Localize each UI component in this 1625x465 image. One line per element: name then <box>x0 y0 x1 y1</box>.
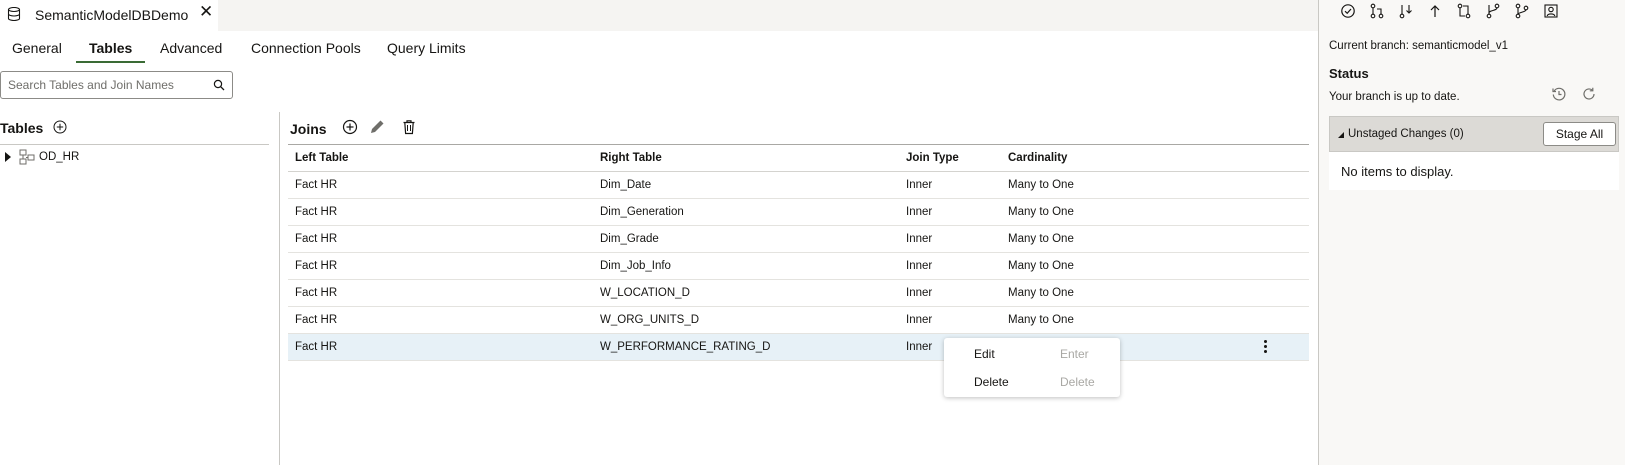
menu-item-shortcut: Enter <box>1060 347 1089 361</box>
menu-item-label: Delete <box>974 375 1009 389</box>
cell-left-table: Fact HR <box>295 287 338 299</box>
tables-heading: Tables <box>0 120 44 136</box>
cell-join-type: Inner <box>906 233 933 245</box>
table-row[interactable]: Fact HR Dim_Date Inner Many to One <box>288 172 1309 199</box>
database-icon <box>7 7 21 21</box>
menu-item-shortcut: Delete <box>1060 375 1095 389</box>
add-join-icon[interactable] <box>341 118 359 136</box>
status-heading: Status <box>1329 66 1369 81</box>
cell-left-table: Fact HR <box>295 233 338 245</box>
push-arrow-icon[interactable] <box>1427 3 1443 19</box>
cell-right-table: Dim_Grade <box>600 233 659 245</box>
cell-right-table: Dim_Date <box>600 179 652 191</box>
table-row[interactable]: Fact HR Dim_Generation Inner Many to One <box>288 199 1309 226</box>
cell-join-type: Inner <box>906 314 933 326</box>
table-row-selected[interactable]: Fact HR W_PERFORMANCE_RATING_D Inner <box>288 334 1309 361</box>
tab-query-limits[interactable]: Query Limits <box>387 40 466 56</box>
cell-left-table: Fact HR <box>295 314 338 326</box>
column-header-cardinality[interactable]: Cardinality <box>1008 152 1067 164</box>
expand-caret-icon[interactable] <box>5 152 11 162</box>
document-tab-strip: SemanticModelDBDemo ✕ <box>0 0 1318 31</box>
cell-join-type: Inner <box>906 287 933 299</box>
cell-right-table: W_LOCATION_D <box>600 287 690 299</box>
add-table-icon[interactable] <box>53 120 67 134</box>
cell-left-table: Fact HR <box>295 341 338 353</box>
table-row[interactable]: Fact HR Dim_Job_Info Inner Many to One <box>288 253 1309 280</box>
pull-request-icon[interactable] <box>1369 3 1385 19</box>
schema-icon <box>19 149 35 165</box>
cell-cardinality: Many to One <box>1008 260 1074 272</box>
cell-join-type: Inner <box>906 179 933 191</box>
tree-item-label: OD_HR <box>39 151 80 163</box>
cell-cardinality: Many to One <box>1008 233 1074 245</box>
tab-tables[interactable]: Tables <box>89 40 132 56</box>
cell-cardinality: Many to One <box>1008 314 1074 326</box>
tables-divider <box>0 144 269 145</box>
menu-item-edit[interactable]: Edit Enter <box>944 340 1120 368</box>
cell-left-table: Fact HR <box>295 206 338 218</box>
active-tab-indicator <box>76 61 145 63</box>
search-input[interactable] <box>1 72 201 98</box>
table-row[interactable]: Fact HR W_LOCATION_D Inner Many to One <box>288 280 1309 307</box>
unstaged-changes-list: No items to display. <box>1329 152 1619 190</box>
column-header-right-table[interactable]: Right Table <box>600 152 662 164</box>
cell-left-table: Fact HR <box>295 179 338 191</box>
status-message: Your branch is up to date. <box>1329 91 1460 103</box>
cell-join-type: Inner <box>906 206 933 218</box>
menu-item-delete[interactable]: Delete Delete <box>944 368 1120 396</box>
table-row[interactable]: Fact HR W_ORG_UNITS_D Inner Many to One <box>288 307 1309 334</box>
cell-join-type: Inner <box>906 341 933 353</box>
tab-general[interactable]: General <box>12 40 62 56</box>
table-header-row: Left Table Right Table Join Type Cardina… <box>288 145 1309 172</box>
cell-left-table: Fact HR <box>295 260 338 272</box>
compare-icon[interactable] <box>1456 3 1472 19</box>
check-circle-icon[interactable] <box>1340 3 1356 19</box>
column-header-join-type[interactable]: Join Type <box>906 152 959 164</box>
menu-item-label: Edit <box>974 347 995 361</box>
fetch-icon[interactable] <box>1398 3 1414 19</box>
cell-join-type: Inner <box>906 260 933 272</box>
merge-icon[interactable] <box>1514 3 1530 19</box>
delete-trash-icon[interactable] <box>400 118 418 136</box>
cell-cardinality: Many to One <box>1008 179 1074 191</box>
cell-right-table: W_ORG_UNITS_D <box>600 314 700 326</box>
column-header-left-table[interactable]: Left Table <box>295 152 348 164</box>
search-box <box>0 71 233 99</box>
search-icon[interactable] <box>213 79 225 91</box>
table-row[interactable]: Fact HR Dim_Grade Inner Many to One <box>288 226 1309 253</box>
tree-item-od-hr[interactable]: OD_HR <box>5 148 79 166</box>
refresh-icon[interactable] <box>1581 86 1597 102</box>
cell-right-table: Dim_Job_Info <box>600 260 671 272</box>
sub-tab-bar: General Tables Advanced Connection Pools… <box>0 31 1318 65</box>
row-context-menu: Edit Enter Delete Delete <box>944 338 1120 397</box>
document-tab[interactable]: SemanticModelDBDemo ✕ <box>0 0 218 31</box>
git-panel: Current branch: semanticmodel_v1 Status … <box>1318 0 1625 465</box>
edit-pencil-icon[interactable] <box>368 118 386 136</box>
unstaged-changes-header[interactable]: Unstaged Changes (0) Stage All <box>1329 116 1619 152</box>
joins-heading: Joins <box>290 121 327 137</box>
user-profile-icon[interactable] <box>1543 3 1559 19</box>
stage-all-button[interactable]: Stage All <box>1543 122 1616 146</box>
tab-advanced[interactable]: Advanced <box>160 40 222 56</box>
cell-cardinality: Many to One <box>1008 287 1074 299</box>
cell-cardinality: Many to One <box>1008 206 1074 218</box>
cell-right-table: Dim_Generation <box>600 206 684 218</box>
unstaged-changes-label: Unstaged Changes (0) <box>1348 128 1464 140</box>
pane-splitter[interactable] <box>279 112 280 465</box>
tab-connection-pools[interactable]: Connection Pools <box>251 40 361 56</box>
empty-state-text: No items to display. <box>1341 164 1454 179</box>
branch-icon[interactable] <box>1485 3 1501 19</box>
close-icon[interactable]: ✕ <box>199 2 213 22</box>
document-title: SemanticModelDBDemo <box>35 7 189 23</box>
current-branch-label: Current branch: semanticmodel_v1 <box>1329 40 1508 52</box>
collapse-triangle-icon[interactable] <box>1337 131 1345 139</box>
history-icon[interactable] <box>1551 86 1567 102</box>
row-actions-kebab-icon[interactable] <box>1262 340 1268 356</box>
cell-right-table: W_PERFORMANCE_RATING_D <box>600 341 771 353</box>
